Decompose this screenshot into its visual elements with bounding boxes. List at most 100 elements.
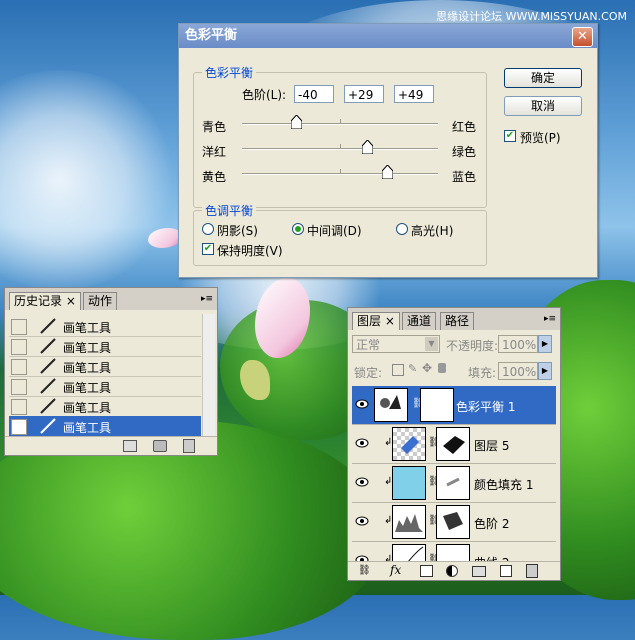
slider-thumb-yellow-blue[interactable] xyxy=(382,165,393,179)
level-input-magenta-green[interactable]: +29 xyxy=(344,85,384,103)
eye-icon[interactable] xyxy=(355,515,369,527)
adjustment-thumbnail xyxy=(374,388,408,422)
new-document-icon[interactable] xyxy=(123,440,137,452)
shadows-radio[interactable] xyxy=(202,223,214,235)
slider-thumb-magenta-green[interactable] xyxy=(362,140,373,154)
eye-icon[interactable] xyxy=(355,398,369,410)
history-item[interactable]: 画笔工具 xyxy=(9,356,201,377)
tab-channels[interactable]: 通道 xyxy=(402,312,437,330)
new-group-icon[interactable] xyxy=(472,566,486,577)
palette-menu-icon[interactable]: ▸≡ xyxy=(544,314,556,324)
history-scrollbar[interactable] xyxy=(202,314,215,436)
blend-mode-select[interactable]: 正常 ▼ xyxy=(352,335,440,353)
dialog-titlebar[interactable]: 色彩平衡 xyxy=(179,24,597,48)
snapshot-source-box[interactable] xyxy=(11,399,27,415)
fx-icon[interactable]: fx xyxy=(390,563,401,577)
history-item[interactable]: 画笔工具 xyxy=(9,336,201,357)
preview-label: 预览(P) xyxy=(520,131,561,145)
opacity-label: 不透明度: xyxy=(446,339,499,353)
new-layer-icon[interactable] xyxy=(500,565,512,577)
eye-icon[interactable] xyxy=(355,476,369,488)
eye-icon[interactable] xyxy=(355,437,369,449)
brush-icon xyxy=(39,318,57,334)
lock-move-icon[interactable]: ✥ xyxy=(422,361,432,375)
history-item[interactable]: 画笔工具 xyxy=(9,316,201,337)
preview-checkbox[interactable]: ✔ xyxy=(504,130,516,142)
history-footer xyxy=(5,436,217,455)
snapshot-source-box[interactable] xyxy=(11,339,27,355)
opacity-input[interactable]: 100% xyxy=(498,335,538,353)
slider-right-label: 绿色 xyxy=(452,145,477,159)
tab-close-icon[interactable]: × xyxy=(385,314,395,328)
camera-icon[interactable] xyxy=(153,440,167,452)
tone-balance-group-title: 色调平衡 xyxy=(202,202,257,219)
color-fill-thumbnail xyxy=(392,466,426,500)
layer-mask-thumbnail xyxy=(436,427,470,461)
opacity-value: 100% xyxy=(502,338,537,352)
palette-menu-icon[interactable]: ▸≡ xyxy=(201,294,213,304)
tab-channels-label: 通道 xyxy=(407,314,432,328)
slider-track[interactable] xyxy=(242,148,438,150)
add-mask-icon[interactable] xyxy=(420,565,433,577)
ok-button[interactable]: 确定 xyxy=(504,68,582,88)
cancel-button[interactable]: 取消 xyxy=(504,96,582,116)
brush-icon xyxy=(39,338,57,354)
layer-row[interactable]: ↲ ⛓ 色阶 2 xyxy=(352,503,556,542)
watermark: 思缘设计论坛 WWW.MISSYUAN.COM xyxy=(436,10,627,23)
level-input-yellow-blue[interactable]: +49 xyxy=(394,85,434,103)
layer-row[interactable]: ↲ ⛓ 颜色填充 1 xyxy=(352,464,556,503)
lock-label: 锁定: xyxy=(354,366,383,380)
tab-actions-label: 动作 xyxy=(88,294,113,308)
history-item-selected[interactable]: 画笔工具 xyxy=(9,416,201,437)
lock-brush-icon[interactable]: ✎ xyxy=(408,362,417,375)
trash-icon[interactable] xyxy=(526,564,538,578)
history-item-label: 画笔工具 xyxy=(63,381,112,395)
highlights-radio[interactable] xyxy=(396,223,408,235)
fill-value: 100% xyxy=(502,365,537,379)
dialog-title: 色彩平衡 xyxy=(185,28,238,43)
slider-thumb-cyan-red[interactable] xyxy=(291,115,302,129)
slider-center-tick xyxy=(340,169,341,173)
tab-close-icon[interactable]: × xyxy=(66,294,76,308)
lock-all-icon[interactable] xyxy=(438,363,446,373)
opacity-arrow-button[interactable]: ▶ xyxy=(538,335,552,353)
lock-transparency-icon[interactable] xyxy=(392,364,404,376)
tab-layers[interactable]: 图层 × xyxy=(352,312,400,330)
link-layers-icon[interactable]: ⛓ xyxy=(358,565,371,576)
layer-mask-thumbnail xyxy=(436,505,470,539)
slider-left-label: 青色 xyxy=(202,120,227,134)
tab-history[interactable]: 历史记录 × xyxy=(9,292,81,310)
tab-actions[interactable]: 动作 xyxy=(83,292,118,310)
snapshot-source-box[interactable] xyxy=(11,319,27,335)
history-item[interactable]: 画笔工具 xyxy=(9,396,201,417)
brush-icon xyxy=(39,378,57,394)
layer-row[interactable]: ↲ ⛓ 图层 5 xyxy=(352,425,556,464)
fill-arrow-button[interactable]: ▶ xyxy=(538,362,552,380)
history-item[interactable]: 画笔工具 xyxy=(9,376,201,397)
close-button[interactable]: ✕ xyxy=(572,27,593,47)
tab-paths[interactable]: 路径 xyxy=(440,312,475,330)
blend-mode-value: 正常 xyxy=(356,338,381,352)
midtones-radio[interactable] xyxy=(292,223,304,235)
adjustment-layer-icon[interactable] xyxy=(446,565,458,577)
trash-icon[interactable] xyxy=(183,439,195,453)
layer-name: 图层 5 xyxy=(474,439,510,453)
fill-input[interactable]: 100% xyxy=(498,362,538,380)
chevron-down-icon: ▼ xyxy=(425,337,438,351)
layers-palette: 图层 × 通道 路径 ▸≡ 正常 ▼ 不透明度: 100% ▶ 锁定: ✎ ✥ … xyxy=(347,307,561,581)
slider-right-label: 红色 xyxy=(452,120,477,134)
preserve-luminosity-checkbox[interactable]: ✔ xyxy=(202,243,214,255)
snapshot-source-box[interactable] xyxy=(11,379,27,395)
layer-row-selected[interactable]: ⛓ 色彩平衡 1 xyxy=(352,386,556,425)
brush-icon xyxy=(39,358,57,374)
midtones-label: 中间调(D) xyxy=(307,224,362,238)
slider-track[interactable] xyxy=(242,123,438,125)
tab-paths-label: 路径 xyxy=(445,314,470,328)
slider-track[interactable] xyxy=(242,173,438,175)
level-input-cyan-red[interactable]: -40 xyxy=(294,85,334,103)
snapshot-source-box[interactable] xyxy=(11,419,27,435)
layer-name: 色阶 2 xyxy=(474,517,510,531)
layers-footer: ⛓ fx xyxy=(348,561,560,580)
history-item-label: 画笔工具 xyxy=(63,421,112,435)
snapshot-source-box[interactable] xyxy=(11,359,27,375)
